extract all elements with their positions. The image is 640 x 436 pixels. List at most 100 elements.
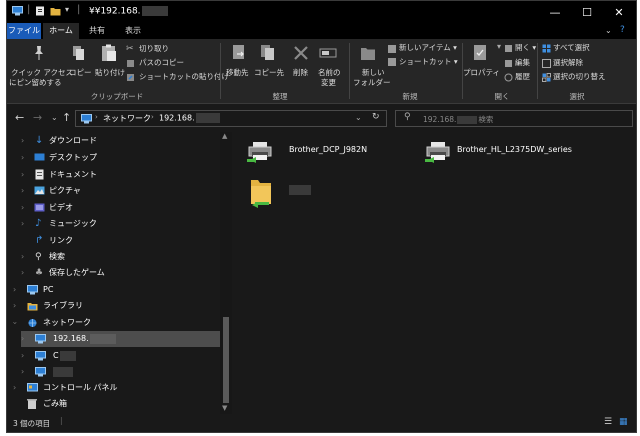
- breadcrumb-host[interactable]: 192.168.: [159, 113, 220, 123]
- sidebar-item-pictures[interactable]: › ピクチャ: [21, 183, 220, 199]
- back-button[interactable]: ←: [15, 111, 24, 124]
- up-button[interactable]: ↑: [62, 111, 71, 124]
- delete-button[interactable]: 削除: [293, 68, 308, 78]
- sidebar-item-documents[interactable]: › ドキュメント: [21, 167, 220, 183]
- scrollbar-thumb[interactable]: [223, 317, 229, 403]
- history-icon[interactable]: [504, 73, 513, 82]
- close-button[interactable]: ✕: [603, 1, 635, 23]
- scroll-up-icon[interactable]: ▲: [222, 132, 227, 140]
- properties-button[interactable]: プロパティ: [463, 68, 500, 78]
- sidebar-item-pc[interactable]: › PC: [13, 282, 220, 298]
- paste-icon[interactable]: [101, 44, 117, 62]
- invert-selection-button[interactable]: 選択の切り替え: [553, 72, 606, 82]
- cut-icon[interactable]: ✂: [126, 44, 134, 54]
- expand-chevron-icon[interactable]: ›: [13, 282, 16, 298]
- minimize-button[interactable]: —: [539, 1, 571, 23]
- sidebar-item-computer-2[interactable]: › C: [21, 348, 220, 364]
- ribbon-expand-icon[interactable]: ⌄: [605, 26, 612, 35]
- tab-home[interactable]: ホーム: [43, 23, 79, 39]
- pin-quick-access-label-1[interactable]: クイック アクセス: [11, 68, 73, 78]
- breadcrumb-chevron-icon[interactable]: ›: [151, 113, 154, 121]
- delete-icon[interactable]: [293, 45, 309, 61]
- move-to-icon[interactable]: [231, 44, 247, 62]
- expand-chevron-icon[interactable]: ›: [21, 133, 24, 149]
- tab-share[interactable]: 共有: [83, 23, 111, 39]
- expand-chevron-icon[interactable]: ›: [13, 380, 16, 396]
- pin-quick-access-label-2[interactable]: にピン留めする: [9, 78, 62, 88]
- move-to-button[interactable]: 移動先: [226, 68, 249, 78]
- properties-icon[interactable]: [472, 44, 488, 62]
- copy-to-button[interactable]: コピー先: [254, 68, 284, 78]
- expand-chevron-icon[interactable]: ›: [21, 331, 24, 347]
- rename-label-1[interactable]: 名前の: [318, 68, 341, 78]
- copy-path-icon[interactable]: [126, 59, 135, 68]
- new-item-icon[interactable]: [387, 44, 397, 54]
- scroll-down-icon[interactable]: ▼: [222, 404, 227, 412]
- forward-button[interactable]: →: [33, 111, 42, 124]
- rename-icon[interactable]: [319, 45, 337, 61]
- sidebar-item-libraries[interactable]: › ライブラリ: [13, 298, 220, 314]
- sidebar-item-desktop[interactable]: › デスクトップ: [21, 150, 220, 166]
- maximize-button[interactable]: ☐: [571, 1, 603, 23]
- breadcrumb-network[interactable]: ネットワーク: [103, 113, 151, 124]
- paste-button[interactable]: 貼り付け: [95, 68, 125, 78]
- cut-button[interactable]: 切り取り: [139, 44, 169, 54]
- open-dropdown-icon[interactable]: ▾: [497, 42, 501, 51]
- address-box[interactable]: › ネットワーク › 192.168. ⌄ ↻: [75, 110, 387, 127]
- expand-chevron-icon[interactable]: ›: [13, 298, 16, 314]
- edit-icon[interactable]: [504, 59, 513, 68]
- copy-path-button[interactable]: パスのコピー: [139, 58, 184, 68]
- qat-dropdown-icon[interactable]: ▾: [65, 5, 69, 14]
- copy-button[interactable]: コピー: [69, 68, 92, 78]
- tab-view[interactable]: 表示: [119, 23, 147, 39]
- details-view-icon[interactable]: ☰: [604, 417, 612, 427]
- recent-locations-icon[interactable]: ⌄: [51, 113, 58, 122]
- sidebar-item-recycle-bin[interactable]: ごみ箱: [13, 396, 220, 412]
- sidebar-item-saved-games[interactable]: › ♣ 保存したゲーム: [21, 265, 220, 281]
- expand-chevron-icon[interactable]: ›: [21, 249, 24, 265]
- shortcut-icon[interactable]: [387, 57, 397, 67]
- new-folder-label-2[interactable]: フォルダー: [353, 78, 391, 88]
- sidebar-item-videos[interactable]: › ビデオ: [21, 200, 220, 216]
- collapse-chevron-icon[interactable]: ›: [7, 321, 23, 324]
- help-icon[interactable]: ?: [620, 25, 625, 35]
- expand-chevron-icon[interactable]: ›: [21, 265, 24, 281]
- sidebar-item-computer-3[interactable]: ›: [21, 364, 220, 380]
- sidebar-item-network[interactable]: › ネットワーク: [11, 315, 220, 331]
- file-item-printer-2[interactable]: Brother_HL_L2375DW_series: [425, 140, 625, 164]
- select-none-button[interactable]: 選択解除: [553, 58, 583, 68]
- new-folder-icon[interactable]: [50, 6, 61, 16]
- select-none-icon[interactable]: [542, 59, 551, 68]
- properties-icon[interactable]: [35, 6, 46, 16]
- refresh-icon[interactable]: ↻: [372, 112, 380, 122]
- edit-button[interactable]: 編集: [515, 58, 530, 68]
- sidebar-item-downloads[interactable]: › ↓ ダウンロード: [21, 133, 220, 149]
- paste-shortcut-button[interactable]: ショートカットの貼り付け: [139, 72, 229, 82]
- expand-chevron-icon[interactable]: ›: [21, 150, 24, 166]
- invert-selection-icon[interactable]: [542, 73, 551, 82]
- file-item-shared-folder[interactable]: [249, 176, 349, 210]
- rename-label-2[interactable]: 変更: [321, 78, 336, 88]
- tab-file[interactable]: ファイル: [7, 23, 41, 39]
- paste-shortcut-icon[interactable]: [126, 73, 135, 82]
- open-button[interactable]: 開く ▾: [515, 43, 536, 53]
- sidebar-item-control-panel[interactable]: › コントロール パネル: [13, 380, 220, 396]
- select-all-button[interactable]: すべて選択: [553, 43, 590, 53]
- large-icons-view-icon[interactable]: ▦: [619, 417, 628, 427]
- new-item-button[interactable]: 新しいアイテム ▾: [399, 43, 457, 53]
- breadcrumb-chevron-icon[interactable]: ›: [95, 113, 98, 121]
- search-input[interactable]: ⚲ 192.168. 検索: [395, 110, 633, 127]
- expand-chevron-icon[interactable]: ›: [21, 183, 24, 199]
- shortcut-button[interactable]: ショートカット ▾: [399, 57, 458, 67]
- expand-chevron-icon[interactable]: ›: [21, 216, 24, 232]
- sidebar-item-links[interactable]: ↱ リンク: [21, 233, 220, 249]
- expand-chevron-icon[interactable]: ›: [21, 167, 24, 183]
- expand-chevron-icon[interactable]: ›: [21, 200, 24, 216]
- select-all-icon[interactable]: [542, 44, 551, 53]
- new-folder-label-1[interactable]: 新しい: [362, 68, 385, 78]
- copy-to-icon[interactable]: [260, 44, 276, 62]
- sidebar-item-searches[interactable]: › ⚲ 検索: [21, 249, 220, 265]
- new-folder-icon[interactable]: [360, 45, 376, 61]
- expand-chevron-icon[interactable]: ›: [21, 364, 24, 380]
- pin-icon[interactable]: [32, 45, 46, 61]
